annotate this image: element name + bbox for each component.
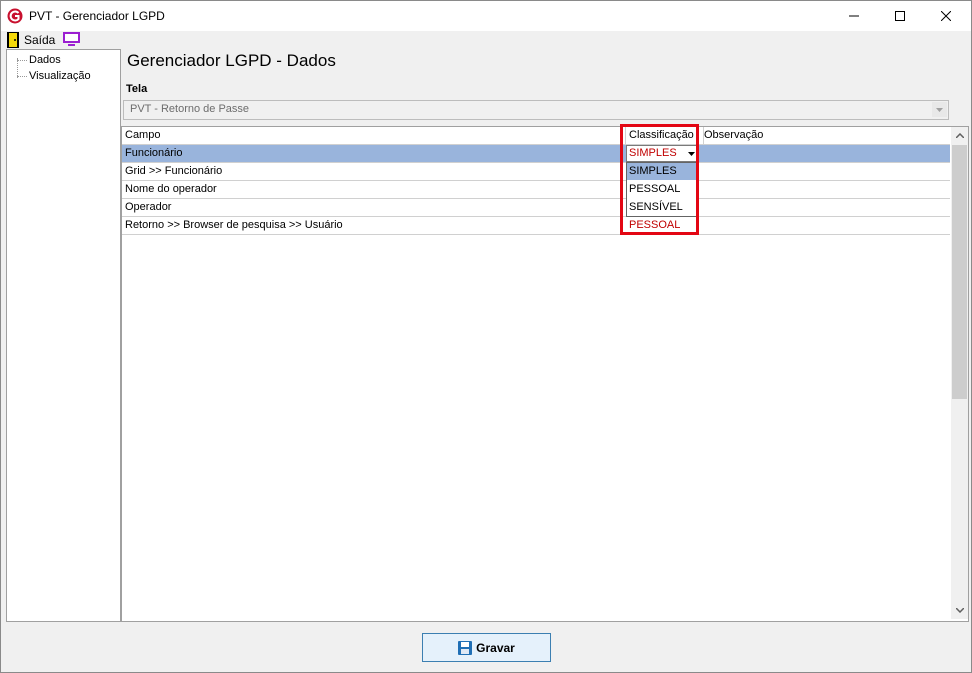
- app-window: PVT - Gerenciador LGPD Saída Dados Visua…: [0, 0, 972, 673]
- cell-campo: Grid >> Funcionário: [122, 163, 626, 181]
- highlight-annotation-box: [620, 124, 699, 235]
- tree-connector: [17, 58, 18, 78]
- table-row[interactable]: Funcionário: [122, 145, 950, 163]
- scroll-down-button[interactable]: [951, 602, 968, 619]
- window-title: PVT - Gerenciador LGPD: [29, 9, 165, 23]
- cell-observacao[interactable]: [701, 199, 950, 217]
- save-button-label: Gravar: [476, 640, 515, 655]
- tela-select-value: PVT - Retorno de Passe: [130, 103, 250, 115]
- fields-grid: Campo Classificação Observação Funcionár…: [121, 126, 969, 622]
- scroll-thumb[interactable]: [952, 145, 967, 399]
- cell-observacao[interactable]: [701, 217, 950, 235]
- menu-bar: Saída: [1, 31, 971, 49]
- tela-dropdown-button[interactable]: [932, 102, 947, 117]
- cell-campo: Nome do operador: [122, 181, 626, 199]
- scroll-up-button[interactable]: [951, 127, 968, 144]
- floppy-disk-icon: [458, 640, 473, 655]
- minimize-button[interactable]: [831, 1, 877, 31]
- title-bar: PVT - Gerenciador LGPD: [1, 1, 971, 31]
- chevron-down-icon: [955, 608, 964, 613]
- maximize-icon: [895, 11, 905, 21]
- app-logo-icon: [7, 8, 23, 24]
- cell-observacao[interactable]: [701, 163, 950, 181]
- tree-connector: [17, 60, 27, 61]
- chevron-down-icon: [936, 107, 943, 112]
- tree-item-visualizacao[interactable]: Visualização: [29, 70, 91, 82]
- tree-item-dados[interactable]: Dados: [29, 54, 61, 66]
- table-row[interactable]: Retorno >> Browser de pesquisa >> Usuári…: [122, 217, 950, 235]
- close-icon: [941, 11, 951, 21]
- maximize-button[interactable]: [877, 1, 923, 31]
- page-title: Gerenciador LGPD - Dados: [127, 51, 336, 70]
- grid-header: Campo Classificação Observação: [122, 127, 950, 145]
- column-header-campo[interactable]: Campo: [122, 127, 626, 145]
- cell-campo: Operador: [122, 199, 626, 217]
- exit-menu-item[interactable]: Saída: [24, 33, 55, 47]
- cell-campo: Funcionário: [122, 145, 626, 163]
- close-button[interactable]: [923, 1, 969, 31]
- monitor-icon[interactable]: [63, 32, 80, 46]
- cell-observacao[interactable]: [701, 145, 950, 163]
- exit-door-icon[interactable]: [7, 32, 19, 48]
- minimize-icon: [849, 15, 859, 17]
- cell-campo: Retorno >> Browser de pesquisa >> Usuári…: [122, 217, 626, 235]
- save-button[interactable]: Gravar: [422, 633, 551, 662]
- tela-label: Tela: [126, 83, 148, 95]
- navigation-tree: Dados Visualização: [6, 49, 121, 622]
- tree-connector: [17, 76, 27, 77]
- cell-observacao[interactable]: [701, 181, 950, 199]
- grid-vertical-scrollbar[interactable]: [951, 127, 968, 619]
- tela-select[interactable]: PVT - Retorno de Passe: [123, 100, 949, 120]
- column-header-observacao[interactable]: Observação: [701, 127, 950, 145]
- table-row[interactable]: Operador: [122, 199, 950, 217]
- table-row[interactable]: Grid >> Funcionário: [122, 163, 950, 181]
- chevron-up-icon: [955, 133, 964, 138]
- table-row[interactable]: Nome do operador: [122, 181, 950, 199]
